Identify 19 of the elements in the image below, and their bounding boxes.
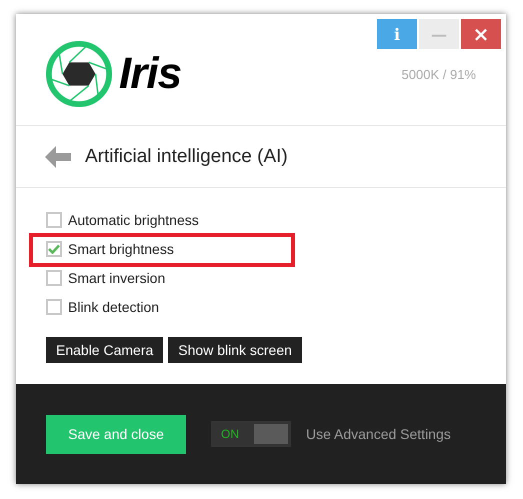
checkbox[interactable]: [46, 270, 62, 286]
checkbox[interactable]: [46, 212, 62, 228]
back-arrow-icon[interactable]: [45, 146, 71, 168]
option-label[interactable]: Blink detection: [68, 298, 160, 314]
action-button[interactable]: Enable Camera: [46, 337, 164, 363]
toggle-switch[interactable]: ON: [211, 421, 291, 447]
action-button[interactable]: Show blink screen: [168, 337, 302, 363]
option-label[interactable]: Smart inversion: [68, 270, 166, 286]
option-label[interactable]: Automatic brightness: [68, 212, 199, 228]
status-text: 5000K / 91%: [402, 67, 476, 82]
toggle-caption: Use Advanced Settings: [306, 426, 451, 442]
check-icon: [48, 244, 60, 254]
logo-text: Iris: [119, 48, 182, 98]
close-button[interactable]: ×: [461, 19, 501, 49]
checkbox[interactable]: [46, 298, 62, 314]
section-title: Artificial intelligence (AI): [85, 146, 288, 168]
aperture-logo-icon: [45, 40, 113, 108]
option-label[interactable]: Smart brightness: [68, 240, 174, 256]
checkbox[interactable]: [46, 240, 62, 256]
